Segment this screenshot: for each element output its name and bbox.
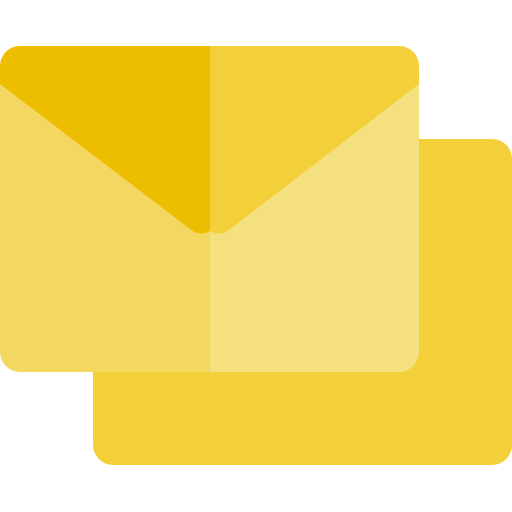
front-envelope <box>0 46 419 372</box>
icon-canvas <box>0 0 512 512</box>
mail-envelopes-icon <box>0 46 512 465</box>
